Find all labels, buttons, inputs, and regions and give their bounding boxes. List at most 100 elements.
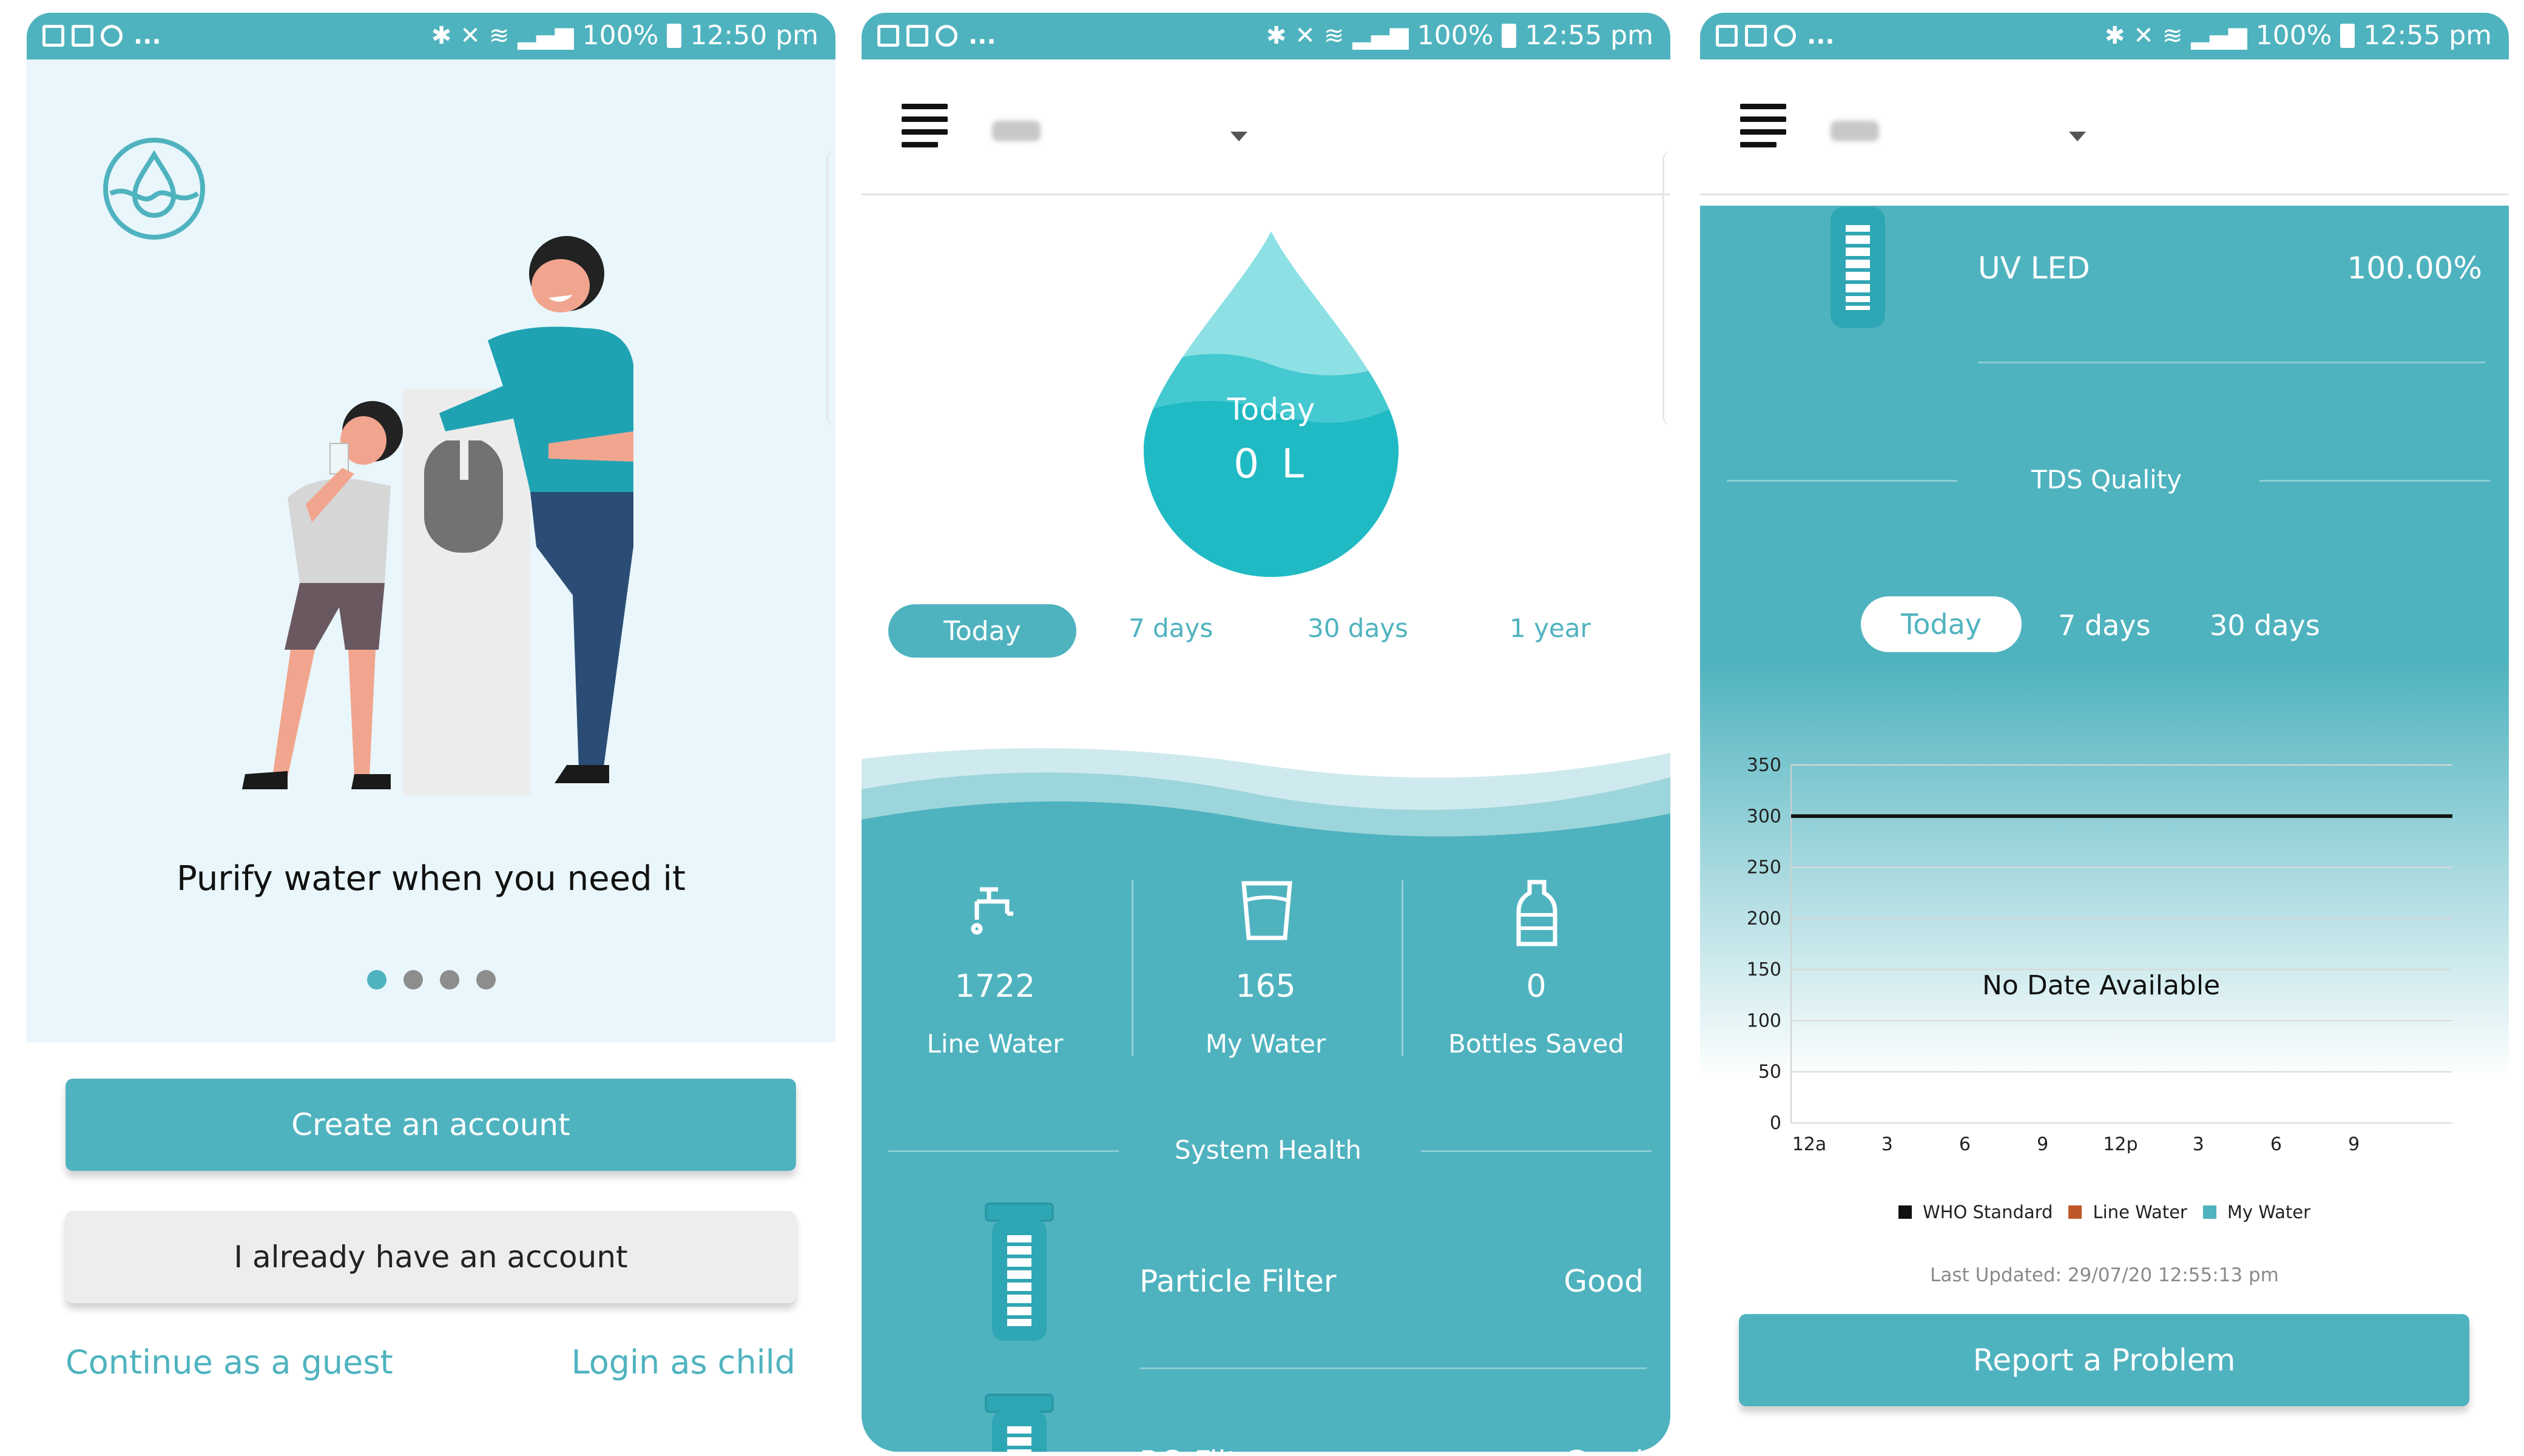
legend-swatch-who <box>1898 1205 1912 1219</box>
stat-divider <box>1402 880 1403 1056</box>
water-drop-logo-icon <box>103 138 205 240</box>
status-right: ✱ ✕ ≋ ▂▄▆ 100% 12:55 pm <box>1266 19 1653 53</box>
legend-swatch-my-water <box>2202 1205 2216 1219</box>
clock: 12:55 pm <box>1525 20 1653 51</box>
drop-volume-value: 0 L <box>1233 440 1309 487</box>
bluetooth-icon: ✱ <box>431 22 452 50</box>
more-notifications: ... <box>1807 22 1835 50</box>
pager-dot[interactable] <box>403 970 423 989</box>
x-tick-label: 3 <box>1881 1134 1893 1153</box>
status-notification-icons: ... <box>42 20 161 52</box>
battery-icon <box>1502 24 1517 48</box>
report-problem-button[interactable]: Report a Problem <box>1739 1314 2469 1406</box>
wifi-icon: ≋ <box>2162 22 2183 50</box>
tds-line-chart: 0 50 100 150 200 250 300 350 12a 3 6 9 12p 3 6 9 <box>1747 755 2452 1153</box>
screen-onboarding: ... ✱ ✕ ≋ ▂▄▆ 100% 12:50 pm Purify water… <box>27 13 835 1452</box>
y-tick-label: 0 <box>1770 1113 1781 1134</box>
x-tick-label: 6 <box>1959 1134 1971 1153</box>
my-water-value: 165 <box>1235 968 1296 1005</box>
legend-label-line-water: Line Water <box>2093 1202 2187 1222</box>
tab-1-year[interactable]: 1 year <box>1510 613 1591 643</box>
screen-dashboard: ... ✱ ✕ ≋ ▂▄▆ 100% 12:55 pm Today 0 L To… <box>862 13 1670 1452</box>
y-tick-label: 300 <box>1747 806 1781 827</box>
device-dropdown-chevron-icon[interactable] <box>1230 132 1247 141</box>
tab-today[interactable]: Today <box>1861 596 2022 652</box>
more-notifications: ... <box>133 22 161 50</box>
bluetooth-icon: ✱ <box>2104 22 2125 50</box>
clock: 12:50 pm <box>690 20 818 51</box>
tab-7-days[interactable]: 7 days <box>1129 613 1213 643</box>
section-rule <box>1727 480 1957 482</box>
login-as-child-link[interactable]: Login as child <box>572 1343 795 1381</box>
have-account-button[interactable]: I already have an account <box>66 1211 796 1303</box>
status-right: ✱ ✕ ≋ ▂▄▆ 100% 12:50 pm <box>431 19 818 53</box>
chart-legend: WHO Standard Line Water My Water <box>1700 1202 2509 1222</box>
bluetooth-icon: ✱ <box>1266 22 1287 50</box>
menu-icon[interactable] <box>1740 104 1786 147</box>
screen-tds-quality: ... ✱ ✕ ≋ ▂▄▆ 100% 12:55 pm UV LED 100.0… <box>1700 13 2509 1452</box>
legend-label-who: WHO Standard <box>1923 1202 2053 1222</box>
last-updated: Last Updated: 29/07/20 12:55:13 pm <box>1930 1264 2279 1286</box>
gallery-icon <box>877 25 899 47</box>
filter-divider <box>1139 1367 1647 1369</box>
stat-divider <box>1132 880 1133 1056</box>
pager-dot-active[interactable] <box>366 970 386 989</box>
tds-quality-heading: TDS Quality <box>2031 465 2182 494</box>
status-notification-icons: ... <box>1716 20 1835 52</box>
filter-cartridge-icon <box>985 1394 1054 1452</box>
device-name-blurred[interactable] <box>992 121 1041 141</box>
pager-dots <box>27 970 835 989</box>
sync-icon <box>1774 25 1796 47</box>
wifi-icon: ≋ <box>1323 22 1345 50</box>
bottles-saved-value: 0 <box>1526 968 1547 1005</box>
more-notifications: ... <box>968 22 996 50</box>
tab-30-days[interactable]: 30 days <box>2210 609 2320 642</box>
flipboard-icon <box>1745 25 1767 47</box>
x-tick-label: 9 <box>2348 1134 2360 1153</box>
x-tick-label: 6 <box>2270 1134 2282 1153</box>
uv-led-value: 100.00% <box>2347 251 2482 286</box>
x-tick-label: 3 <box>2193 1134 2204 1153</box>
legend-swatch-line-water <box>2068 1205 2082 1219</box>
y-tick-label: 50 <box>1758 1062 1781 1083</box>
x-tick-label: 9 <box>2037 1134 2048 1153</box>
bottle-icon <box>1516 880 1557 946</box>
legend-label-my-water: My Water <box>2227 1202 2310 1222</box>
section-rule <box>1421 1150 1652 1152</box>
device-name-blurred[interactable] <box>1831 121 1879 141</box>
battery-percent: 100% <box>2255 20 2332 51</box>
section-rule <box>888 1150 1119 1152</box>
gallery-icon <box>42 25 64 47</box>
uv-divider <box>1978 362 2485 363</box>
line-water-label: Line Water <box>926 1029 1064 1059</box>
tab-7-days[interactable]: 7 days <box>2058 609 2150 642</box>
particle-filter-status: Good <box>1564 1264 1644 1299</box>
gallery-icon <box>1716 25 1738 47</box>
create-account-button[interactable]: Create an account <box>66 1079 796 1171</box>
y-tick-label: 150 <box>1747 959 1781 980</box>
bottles-saved-label: Bottles Saved <box>1448 1029 1624 1059</box>
device-dropdown-chevron-icon[interactable] <box>2069 132 2086 141</box>
sync-icon <box>936 25 957 47</box>
y-tick-label: 200 <box>1747 908 1781 929</box>
tab-today[interactable]: Today <box>888 604 1076 658</box>
particle-filter-label: Particle Filter <box>1139 1264 1337 1299</box>
scroll-edge <box>826 152 834 425</box>
x-tick-label: 12p <box>2103 1134 2138 1153</box>
pager-dot[interactable] <box>476 970 496 989</box>
battery-icon <box>2340 24 2355 48</box>
drop-period-label: Today <box>1227 392 1315 427</box>
y-tick-label: 250 <box>1747 857 1781 878</box>
mute-icon: ✕ <box>1295 22 1315 50</box>
line-water-value: 1722 <box>954 968 1036 1005</box>
flipboard-icon <box>906 25 928 47</box>
pager-dot[interactable] <box>439 970 459 989</box>
menu-icon[interactable] <box>902 104 948 147</box>
continue-as-guest-link[interactable]: Continue as a guest <box>66 1343 393 1381</box>
status-notification-icons: ... <box>877 20 996 52</box>
system-health-heading: System Health <box>1175 1135 1362 1165</box>
tab-30-days[interactable]: 30 days <box>1308 613 1408 643</box>
y-tick-label: 100 <box>1747 1010 1781 1031</box>
uv-led-icon <box>1831 207 1885 328</box>
scroll-edge <box>1662 152 1670 425</box>
